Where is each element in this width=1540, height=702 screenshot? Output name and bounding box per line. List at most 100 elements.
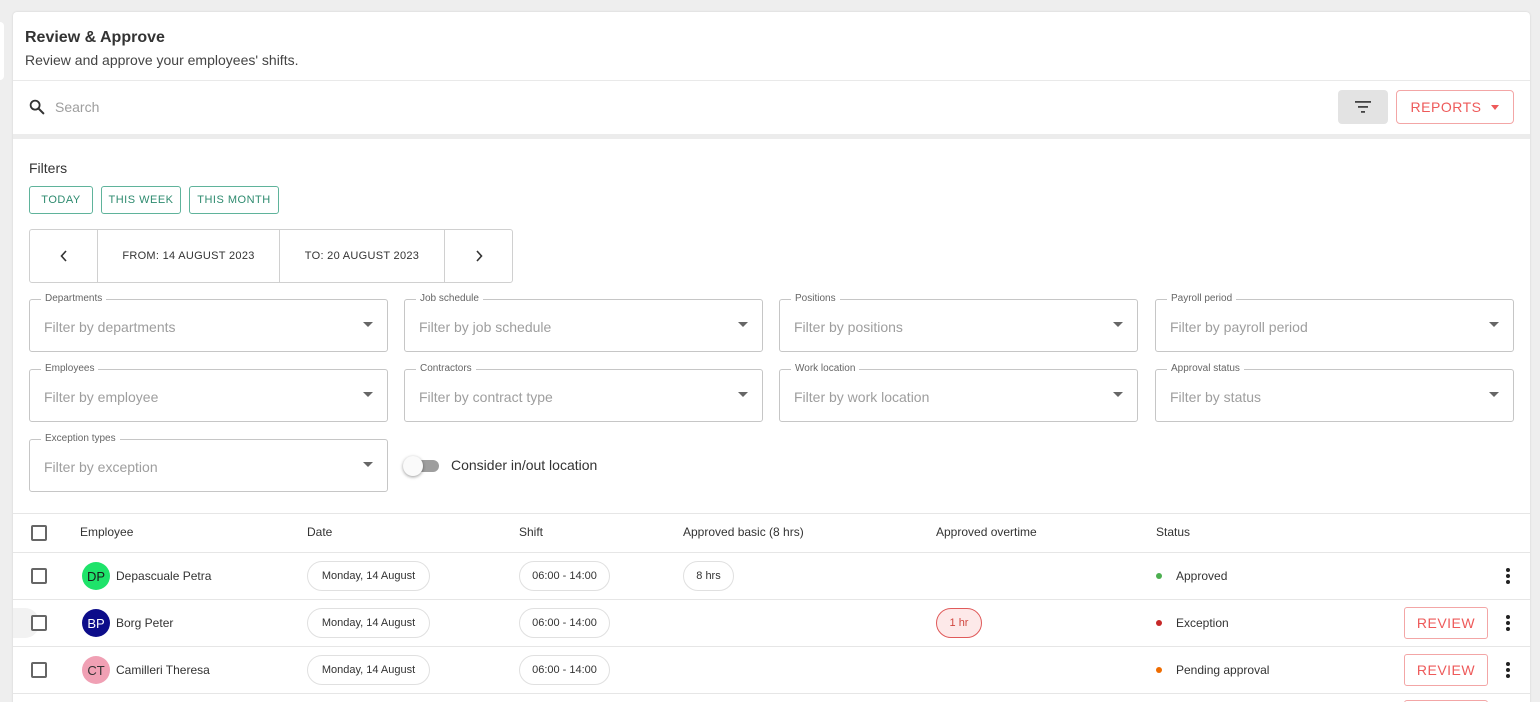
column-header-employee[interactable]: Employee xyxy=(80,525,133,539)
divider xyxy=(13,134,1530,139)
payroll-period-select[interactable]: Payroll period Filter by payroll period xyxy=(1155,293,1514,352)
employee-name[interactable]: Camilleri Theresa xyxy=(116,663,210,677)
review-approve-card: Review & Approve Review and approve your… xyxy=(13,12,1530,702)
field-label: Positions xyxy=(791,293,840,305)
shift-pill: 06:00 - 14:00 xyxy=(519,561,610,591)
filter-toggle-button[interactable] xyxy=(1338,90,1388,124)
row-divider xyxy=(13,599,1530,600)
date-pill: Monday, 14 August xyxy=(307,561,430,591)
status-dot xyxy=(1156,667,1162,673)
column-header-approved-overtime[interactable]: Approved overtime xyxy=(936,525,1037,539)
chevron-left-icon xyxy=(59,250,67,262)
field-placeholder: Filter by contract type xyxy=(419,389,553,405)
dropdown-arrow-icon xyxy=(1113,322,1123,327)
page-header: Review & Approve Review and approve your… xyxy=(25,28,298,69)
approval-status-select[interactable]: Approval status Filter by status xyxy=(1155,363,1514,422)
avatar-initials: CT xyxy=(87,662,105,678)
date-pill: Monday, 14 August xyxy=(307,655,430,685)
dropdown-arrow-icon xyxy=(363,322,373,327)
search-icon xyxy=(29,99,45,115)
page-subtitle: Review and approve your employees' shift… xyxy=(25,52,299,68)
job-schedule-select[interactable]: Job schedule Filter by job schedule xyxy=(404,293,763,352)
column-header-date[interactable]: Date xyxy=(307,525,332,539)
chevron-down-icon xyxy=(1491,104,1500,110)
row-checkbox[interactable] xyxy=(31,662,47,678)
dropdown-arrow-icon xyxy=(363,462,373,467)
next-week-button[interactable] xyxy=(445,230,512,282)
contractors-select[interactable]: Contractors Filter by contract type xyxy=(404,363,763,422)
side-panel-edge xyxy=(0,22,4,80)
reports-button[interactable]: REPORTS xyxy=(1396,90,1514,124)
reports-label: REPORTS xyxy=(1410,99,1482,115)
review-button[interactable]: REVIEW xyxy=(1404,607,1488,639)
previous-week-button[interactable] xyxy=(30,230,98,282)
date-to-button[interactable]: TO: 20 AUGUST 2023 xyxy=(280,230,445,282)
search-input[interactable] xyxy=(55,95,655,119)
field-placeholder: Filter by work location xyxy=(794,389,930,405)
page-title: Review & Approve xyxy=(25,29,165,46)
dropdown-arrow-icon xyxy=(738,392,748,397)
field-label: Exception types xyxy=(41,433,120,445)
overtime-badge: 1 hr xyxy=(936,608,982,638)
employees-select[interactable]: Employees Filter by employee xyxy=(29,363,388,422)
column-header-status[interactable]: Status xyxy=(1156,525,1190,539)
column-header-approved-basic[interactable]: Approved basic (8 hrs) xyxy=(683,525,804,539)
more-vert-icon[interactable] xyxy=(1506,662,1510,678)
row-divider xyxy=(13,646,1530,647)
field-placeholder: Filter by payroll period xyxy=(1170,319,1308,335)
dropdown-arrow-icon xyxy=(1489,392,1499,397)
dropdown-arrow-icon xyxy=(363,392,373,397)
status-dot xyxy=(1156,573,1162,579)
filter-icon xyxy=(1355,101,1371,113)
divider xyxy=(13,513,1530,514)
departments-select[interactable]: Departments Filter by departments xyxy=(29,293,388,352)
switch-thumb xyxy=(403,456,423,476)
more-vert-icon[interactable] xyxy=(1506,568,1510,584)
chevron-right-icon xyxy=(475,250,483,262)
dropdown-arrow-icon xyxy=(1489,322,1499,327)
quick-filter-this-month[interactable]: THIS MONTH xyxy=(189,186,279,214)
field-label: Departments xyxy=(41,293,107,305)
field-placeholder: Filter by status xyxy=(1170,389,1262,405)
date-from-button[interactable]: FROM: 14 AUGUST 2023 xyxy=(98,230,280,282)
dropdown-arrow-icon xyxy=(738,322,748,327)
row-checkbox[interactable] xyxy=(31,568,47,584)
status-text: Approved xyxy=(1176,569,1228,583)
avatar: CT xyxy=(82,656,110,684)
date-pill: Monday, 14 August xyxy=(307,608,430,638)
field-placeholder: Filter by departments xyxy=(44,319,176,335)
field-placeholder: Filter by exception xyxy=(44,459,158,475)
shift-pill: 06:00 - 14:00 xyxy=(519,608,610,638)
shift-pill: 06:00 - 14:00 xyxy=(519,655,610,685)
employee-name[interactable]: Borg Peter xyxy=(116,616,173,630)
column-header-shift[interactable]: Shift xyxy=(519,525,543,539)
quick-filter-today[interactable]: TODAY xyxy=(29,186,93,214)
row-divider xyxy=(13,552,1530,553)
basic-hours-pill: 8 hrs xyxy=(683,561,734,591)
avatar: BP xyxy=(82,609,110,637)
search-bar: REPORTS xyxy=(13,81,1530,134)
status-dot xyxy=(1156,620,1162,626)
status-text: Exception xyxy=(1176,616,1229,630)
field-label: Payroll period xyxy=(1167,293,1237,305)
field-label: Employees xyxy=(41,363,99,375)
positions-select[interactable]: Positions Filter by positions xyxy=(779,293,1138,352)
avatar-initials: BP xyxy=(87,615,105,631)
quick-filter-this-week[interactable]: THIS WEEK xyxy=(101,186,181,214)
location-toggle-switch[interactable] xyxy=(403,456,439,476)
exception-types-select[interactable]: Exception types Filter by exception xyxy=(29,433,388,492)
work-location-select[interactable]: Work location Filter by work location xyxy=(779,363,1138,422)
row-checkbox[interactable] xyxy=(31,615,47,631)
field-placeholder: Filter by job schedule xyxy=(419,319,552,335)
review-button[interactable]: REVIEW xyxy=(1404,654,1488,686)
status-text: Pending approval xyxy=(1176,663,1270,677)
field-placeholder: Filter by employee xyxy=(44,389,159,405)
more-vert-icon[interactable] xyxy=(1506,615,1510,631)
select-all-checkbox[interactable] xyxy=(31,525,47,541)
date-range-navigator: FROM: 14 AUGUST 2023 TO: 20 AUGUST 2023 xyxy=(29,229,513,283)
avatar-initials: DP xyxy=(86,568,106,584)
avatar: DP xyxy=(82,562,110,590)
employee-name[interactable]: Depascuale Petra xyxy=(116,569,211,583)
field-label: Work location xyxy=(791,363,860,375)
field-label: Approval status xyxy=(1167,363,1244,375)
